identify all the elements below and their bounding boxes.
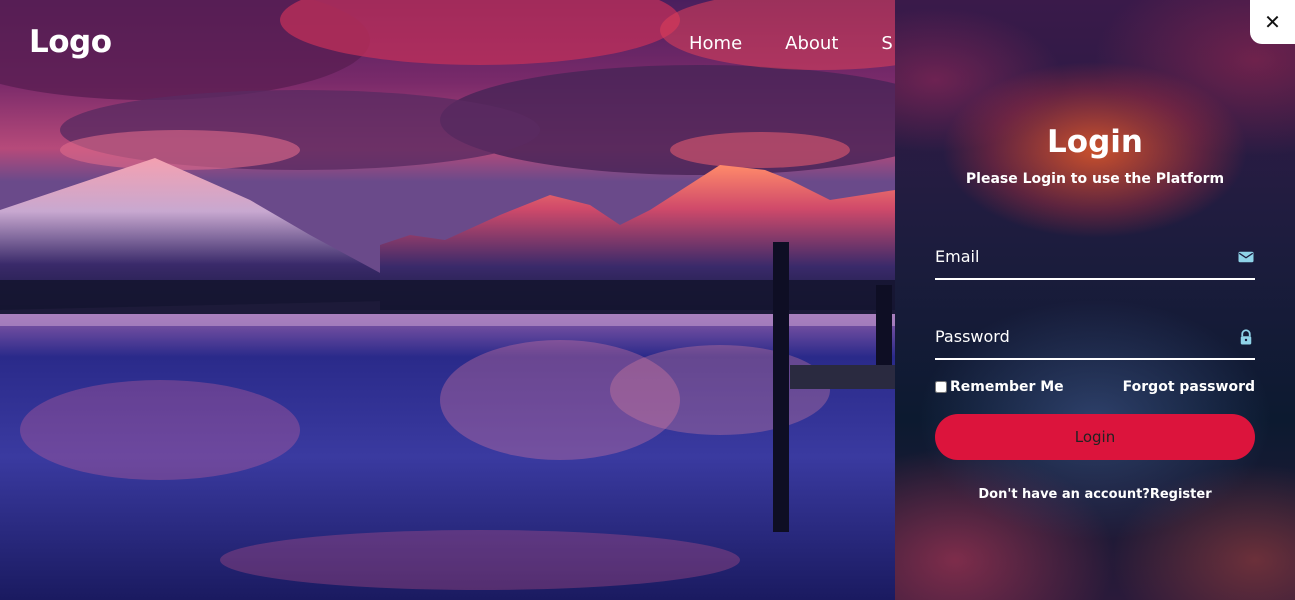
login-title: Login — [1047, 124, 1143, 160]
register-link[interactable]: Register — [1150, 487, 1212, 502]
close-icon: ✕ — [1264, 10, 1281, 34]
nav-about[interactable]: About — [785, 33, 838, 54]
password-input[interactable] — [935, 324, 1225, 358]
main-nav: Home About S — [689, 33, 893, 54]
lock-icon — [1240, 329, 1252, 345]
nav-services[interactable]: S — [881, 33, 893, 54]
logo[interactable]: Logo — [29, 24, 112, 60]
email-field[interactable]: Email — [935, 244, 1255, 280]
close-button[interactable]: ✕ — [1250, 0, 1295, 44]
remember-me[interactable]: Remember Me — [935, 379, 1064, 395]
mail-icon — [1238, 251, 1254, 263]
forgot-password-link[interactable]: Forgot password — [1123, 379, 1255, 395]
email-input[interactable] — [935, 244, 1225, 278]
login-button[interactable]: Login — [935, 414, 1255, 460]
login-subtitle: Please Login to use the Platform — [965, 171, 1225, 187]
login-panel: ✕ Login Please Login to use the Platform… — [895, 0, 1295, 600]
register-line: Don't have an account?Register — [895, 487, 1295, 502]
nav-home[interactable]: Home — [689, 33, 742, 54]
remember-label: Remember Me — [950, 379, 1064, 395]
remember-checkbox[interactable] — [935, 381, 947, 393]
register-prompt: Don't have an account? — [978, 487, 1150, 502]
password-field[interactable]: Password — [935, 324, 1255, 360]
